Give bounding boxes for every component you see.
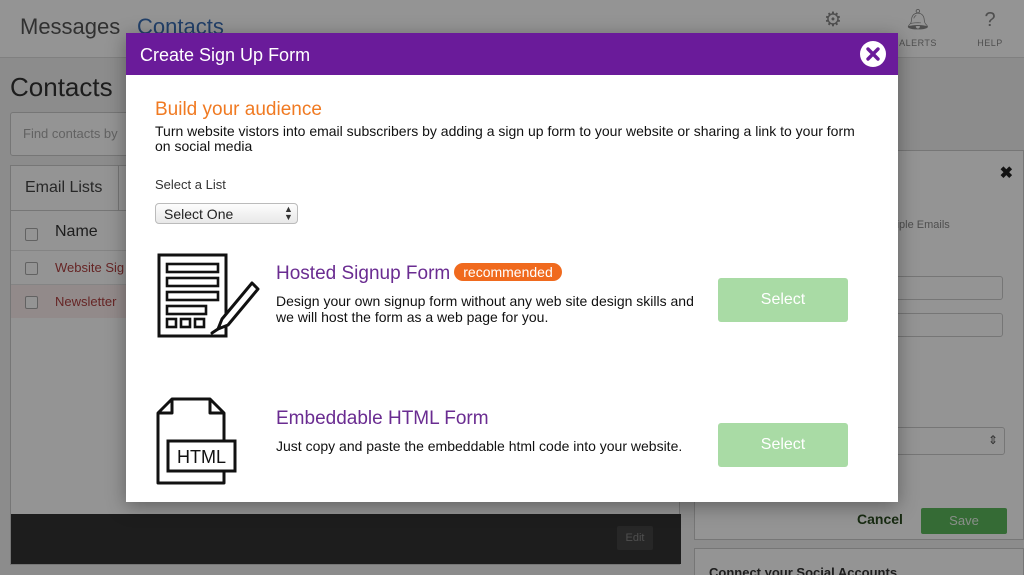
dialog-title: Create Sign Up Form — [140, 45, 311, 65]
hosted-form-title-text: Hosted Signup Form — [276, 263, 451, 284]
html-file-icon: HTML — [156, 397, 237, 485]
html-form-description: Just copy and paste the embeddable html … — [276, 438, 683, 454]
html-icon-label: HTML — [177, 447, 226, 467]
close-button[interactable] — [860, 41, 886, 67]
create-signup-form-dialog: Create Sign Up Form Build your audience … — [126, 33, 898, 502]
list-select-value: Select One — [164, 206, 234, 222]
hosted-form-title: Hosted Signup Form recommended — [276, 263, 562, 285]
select-html-form-button[interactable]: Select — [718, 423, 848, 467]
recommended-badge: recommended — [454, 263, 562, 281]
select-arrows-icon: ▲ ▼ — [284, 204, 293, 222]
form-pen-icon — [157, 253, 260, 338]
list-select-label: Select a List — [155, 177, 226, 192]
close-icon — [866, 47, 880, 61]
section-title: Build your audience — [155, 99, 322, 120]
html-form-title: Embeddable HTML Form — [276, 408, 489, 429]
section-description: Turn website vistors into email subscrib… — [155, 123, 855, 154]
dialog-header: Create Sign Up Form — [126, 33, 898, 75]
list-select[interactable]: Select One ▲ ▼ — [155, 203, 298, 224]
select-hosted-form-button[interactable]: Select — [718, 278, 848, 322]
hosted-form-description: Design your own signup form without any … — [276, 293, 694, 325]
